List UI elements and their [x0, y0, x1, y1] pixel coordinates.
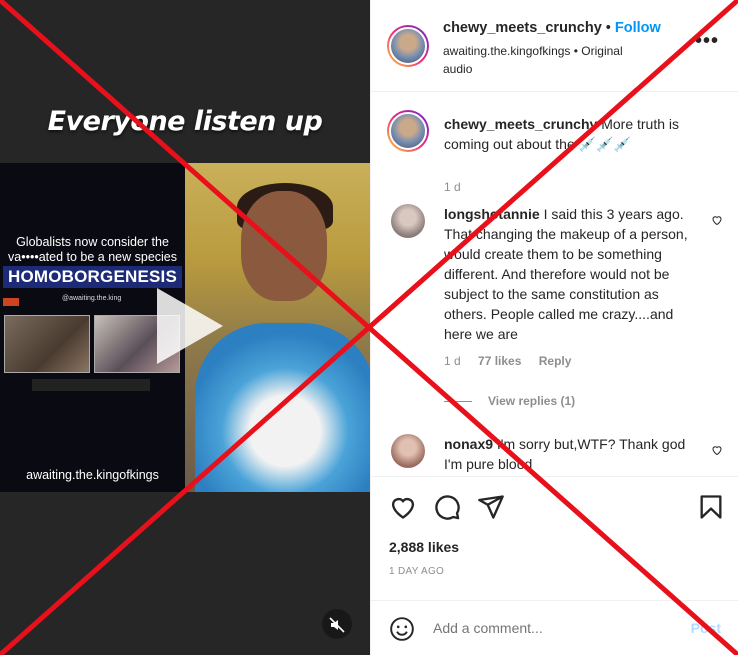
like-comment-heart-icon[interactable]	[711, 444, 723, 456]
inset-headline: HOMOBORGENESIS	[3, 266, 182, 288]
avatar[interactable]	[391, 204, 425, 238]
inset-photo-man	[4, 315, 90, 373]
header-username[interactable]: chewy_meets_crunchy	[443, 20, 602, 36]
likes-count[interactable]: 2,888 likes	[389, 539, 459, 555]
post-header: chewy_meets_crunchy • Follow awaiting.the.…	[371, 0, 738, 92]
reply-button[interactable]: Reply	[539, 354, 572, 368]
post-actions: 2,888 likes 1 DAY AGO	[371, 476, 738, 600]
post-sidebar: chewy_meets_crunchy • Follow awaiting.the.…	[370, 0, 738, 655]
more-options-icon[interactable]: •••	[695, 30, 719, 53]
view-replies-button[interactable]: View replies (1)	[444, 394, 575, 408]
inset-title: Globalists now consider the va••••ated t…	[8, 235, 177, 264]
avatar[interactable]	[387, 25, 429, 67]
post-comment-button[interactable]: Post	[691, 620, 721, 636]
person-face	[241, 191, 327, 301]
comment-input[interactable]	[433, 620, 653, 636]
comment-time: 1 d	[444, 354, 461, 368]
comment-username[interactable]: chewy_meets_crunchy	[444, 116, 597, 132]
avatar[interactable]	[391, 434, 425, 468]
inset-logo	[3, 298, 19, 306]
share-icon[interactable]	[477, 493, 505, 521]
like-heart-icon[interactable]	[389, 493, 417, 521]
comment-icon[interactable]	[433, 493, 461, 521]
comment-likes[interactable]: 77 likes	[478, 354, 521, 368]
like-comment-heart-icon[interactable]	[711, 214, 723, 226]
emoji-icon[interactable]	[389, 616, 415, 642]
inset-handle: @awaiting.the.king	[62, 295, 122, 302]
mute-icon[interactable]	[322, 609, 352, 639]
comment-username[interactable]: nonax9	[444, 436, 493, 452]
header-name-row: chewy_meets_crunchy • Follow	[443, 20, 661, 36]
play-icon[interactable]	[157, 288, 223, 364]
video-player[interactable]: Everyone listen up Globalists now consid…	[0, 0, 370, 655]
comment-text: I said this 3 years ago. That changing t…	[444, 206, 688, 342]
post-date: 1 DAY AGO	[389, 566, 445, 577]
bookmark-icon[interactable]	[697, 493, 725, 521]
comment-time: 1 d	[444, 180, 461, 194]
follow-button[interactable]: Follow	[615, 20, 661, 36]
avatar[interactable]	[387, 110, 429, 152]
inset-name-bar	[32, 379, 150, 391]
comment-username[interactable]: longshotannie	[444, 206, 540, 222]
video-caption: Everyone listen up	[47, 106, 323, 137]
add-comment-bar: Post	[371, 600, 738, 655]
comments-list[interactable]: chewy_meets_crunchy More truth is coming…	[371, 92, 738, 476]
audio-line[interactable]: awaiting.the.kingofkings • Original audi…	[443, 42, 653, 78]
inset-url: awaiting.the.kingofkings	[26, 468, 159, 482]
